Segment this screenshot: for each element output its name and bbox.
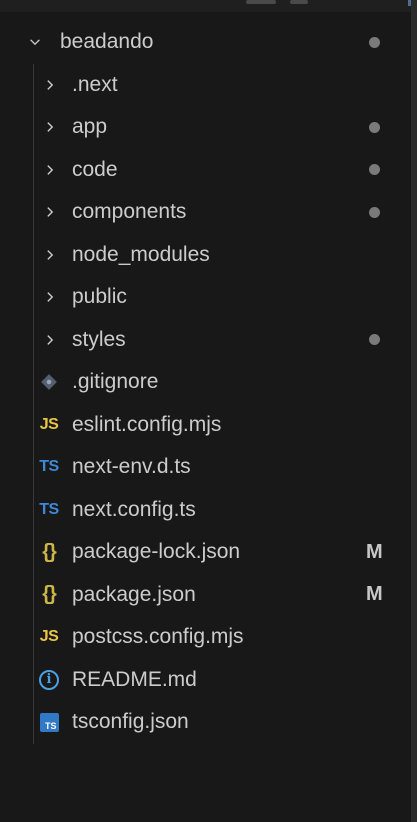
file-label: README.md bbox=[72, 667, 197, 691]
indent-guide bbox=[33, 191, 34, 234]
info-icon: i bbox=[36, 668, 62, 692]
file-label: next.config.ts bbox=[72, 497, 196, 521]
modified-dot bbox=[369, 121, 380, 133]
chevron-down-icon[interactable] bbox=[25, 32, 45, 52]
indent-guide bbox=[33, 106, 34, 149]
folder-label: node_modules bbox=[72, 242, 210, 266]
chevron-right-icon[interactable] bbox=[40, 202, 60, 222]
javascript-icon: JS bbox=[39, 415, 59, 433]
indent-guide bbox=[33, 488, 34, 531]
tree-item-file[interactable]: JS postcss.config.mjs bbox=[0, 616, 411, 659]
tsconfig-icon: TS bbox=[36, 710, 62, 734]
file-explorer: beadando .next app code components node_… bbox=[0, 0, 417, 822]
header-fragment bbox=[290, 0, 308, 4]
header-fragment bbox=[246, 0, 276, 4]
modified-dot bbox=[369, 206, 380, 218]
indent-guide bbox=[33, 318, 34, 361]
indent-guide bbox=[33, 616, 34, 659]
indent-guide bbox=[33, 701, 34, 744]
git-modified-badge: M bbox=[366, 583, 383, 606]
file-tree: beadando .next app code components node_… bbox=[0, 21, 411, 744]
folder-label: components bbox=[72, 200, 187, 224]
indent-guide bbox=[33, 658, 34, 701]
indent-guide bbox=[33, 276, 34, 319]
file-label: eslint.config.mjs bbox=[72, 412, 222, 436]
scrollbar-track[interactable] bbox=[411, 0, 417, 822]
chevron-right-icon[interactable] bbox=[40, 75, 60, 95]
file-label: postcss.config.mjs bbox=[72, 625, 244, 649]
tree-item-folder[interactable]: node_modules bbox=[0, 233, 411, 276]
indent-guide bbox=[33, 63, 34, 106]
folder-label: styles bbox=[72, 327, 126, 351]
tree-item-file[interactable]: TS next-env.d.ts bbox=[0, 446, 411, 489]
file-label: package-lock.json bbox=[72, 540, 241, 564]
typescript-icon: TS bbox=[39, 458, 59, 476]
panel-header-strip bbox=[0, 0, 417, 12]
tree-item-file[interactable]: {} package-lock.json M bbox=[0, 531, 411, 574]
chevron-right-icon[interactable] bbox=[40, 330, 60, 350]
file-label: .gitignore bbox=[72, 370, 159, 394]
modified-dot bbox=[369, 334, 380, 346]
indent-guide bbox=[33, 403, 34, 446]
tree-item-folder[interactable]: code bbox=[0, 148, 411, 191]
tree-item-file[interactable]: i README.md bbox=[0, 658, 411, 701]
tree-item-file[interactable]: TS next.config.ts bbox=[0, 488, 411, 531]
folder-label: .next bbox=[72, 72, 118, 96]
chevron-right-icon[interactable] bbox=[40, 117, 60, 137]
tree-item-file[interactable]: TS tsconfig.json bbox=[0, 701, 411, 744]
javascript-icon: JS bbox=[39, 628, 59, 646]
json-icon: {} bbox=[42, 540, 57, 563]
git-icon bbox=[36, 370, 62, 394]
root-folder-label: beadando bbox=[60, 30, 154, 54]
typescript-icon: TS bbox=[39, 500, 59, 518]
tree-item-folder[interactable]: components bbox=[0, 191, 411, 234]
indent-guide bbox=[33, 361, 34, 404]
tree-item-folder[interactable]: .next bbox=[0, 63, 411, 106]
file-label: tsconfig.json bbox=[72, 710, 189, 734]
tree-item-folder[interactable]: app bbox=[0, 106, 411, 149]
tree-item-folder[interactable]: public bbox=[0, 276, 411, 319]
folder-label: public bbox=[72, 285, 127, 309]
file-label: package.json bbox=[72, 582, 196, 606]
chevron-right-icon[interactable] bbox=[40, 160, 60, 180]
indent-guide bbox=[33, 531, 34, 574]
chevron-right-icon[interactable] bbox=[40, 287, 60, 307]
info-glyph: i bbox=[39, 669, 59, 690]
folder-label: code bbox=[72, 157, 118, 181]
chevron-right-icon[interactable] bbox=[40, 245, 60, 265]
indent-guide bbox=[33, 233, 34, 276]
indent-guide bbox=[33, 573, 34, 616]
tsconfig-glyph: TS bbox=[39, 712, 59, 732]
modified-dot bbox=[369, 36, 380, 48]
tree-item-file[interactable]: {} package.json M bbox=[0, 573, 411, 616]
indent-guide bbox=[33, 446, 34, 489]
git-modified-badge: M bbox=[366, 540, 383, 563]
tree-item-folder[interactable]: styles bbox=[0, 318, 411, 361]
json-icon: {} bbox=[42, 583, 57, 606]
tree-item-file[interactable]: .gitignore bbox=[0, 361, 411, 404]
indent-guide bbox=[33, 148, 34, 191]
modified-dot bbox=[369, 164, 380, 176]
folder-label: app bbox=[72, 115, 108, 139]
tree-item-file[interactable]: JS eslint.config.mjs bbox=[0, 403, 411, 446]
file-label: next-env.d.ts bbox=[72, 455, 191, 479]
tree-item-root-folder[interactable]: beadando bbox=[0, 21, 411, 64]
